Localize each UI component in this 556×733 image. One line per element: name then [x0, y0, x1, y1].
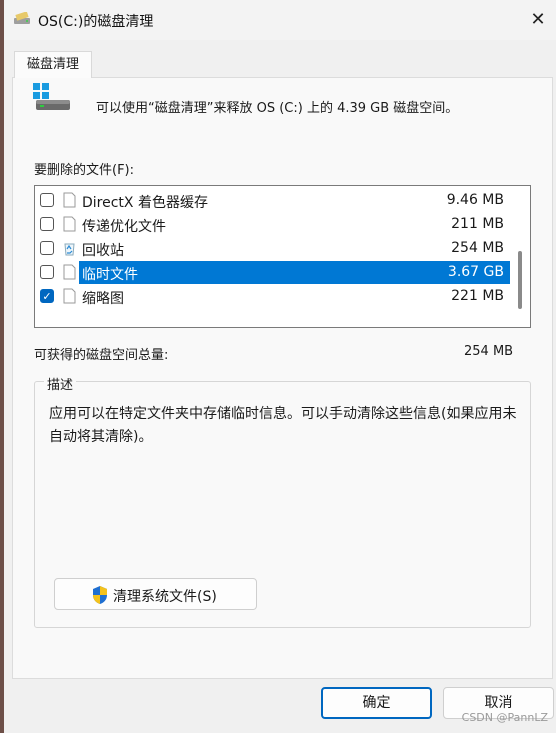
clean-system-files-label: 清理系统文件(S) [113, 589, 217, 605]
watermark: CSDN @PannLZ [461, 711, 548, 724]
file-list[interactable]: DirectX 着色器缓存 9.46 MB 传递优化文件 211 MB 回收站 … [34, 185, 531, 328]
uac-shield-icon [93, 586, 107, 604]
total-space-label: 可获得的磁盘空间总量: [34, 348, 169, 363]
file-icon [63, 288, 76, 304]
file-row-temporary-files[interactable]: 临时文件 3.67 GB [36, 261, 510, 284]
file-size: 211 MB [451, 216, 504, 232]
description-title: 描述 [44, 374, 77, 393]
file-icon [63, 216, 76, 232]
drive-icon [33, 83, 70, 110]
file-name: 缩略图 [82, 291, 124, 307]
file-size: 221 MB [451, 288, 504, 304]
checkbox-checked[interactable]: ✓ [40, 289, 54, 303]
file-row-recycle-bin[interactable]: 回收站 254 MB [36, 237, 510, 260]
list-scrollbar[interactable] [511, 187, 529, 326]
file-name: 回收站 [82, 243, 124, 259]
selection-highlight [79, 261, 510, 284]
disk-cleanup-window: OS(C:)的磁盘清理 ✕ 磁盘清理 可以使用“磁盘清理”来释放 OS (C:)… [4, 0, 556, 733]
close-icon[interactable]: ✕ [526, 8, 550, 32]
total-space-value: 254 MB [464, 344, 514, 359]
disk-cleanup-app-icon [14, 12, 30, 24]
checkbox[interactable] [40, 241, 54, 255]
file-size: 3.67 GB [447, 264, 504, 280]
file-size: 254 MB [451, 240, 504, 256]
title-bar: OS(C:)的磁盘清理 ✕ [4, 0, 556, 40]
info-text: 可以使用“磁盘清理”来释放 OS (C:) 上的 4.39 GB 磁盘空间。 [96, 101, 459, 116]
file-name: 临时文件 [82, 267, 138, 283]
file-size: 9.46 MB [446, 192, 504, 208]
description-text: 应用可以在特定文件夹中存储临时信息。可以手动清除这些信息(如果应用未自动将其清除… [49, 406, 517, 445]
tab-disk-cleanup[interactable]: 磁盘清理 [14, 51, 92, 78]
checkbox[interactable] [40, 193, 54, 207]
scrollbar-thumb[interactable] [518, 251, 522, 309]
file-row-thumbnails[interactable]: ✓ 缩略图 221 MB [36, 285, 510, 308]
files-to-delete-label: 要删除的文件(F): [34, 163, 135, 178]
file-icon [63, 192, 76, 208]
file-name: 传递优化文件 [82, 219, 166, 235]
checkbox[interactable] [40, 265, 54, 279]
checkbox[interactable] [40, 217, 54, 231]
clean-system-files-button[interactable]: 清理系统文件(S) [54, 578, 257, 610]
recycle-bin-icon [64, 243, 75, 256]
file-icon [63, 264, 76, 280]
file-row-directx[interactable]: DirectX 着色器缓存 9.46 MB [36, 189, 510, 212]
file-name: DirectX 着色器缓存 [82, 195, 208, 211]
ok-button[interactable]: 确定 [321, 687, 432, 719]
window-title: OS(C:)的磁盘清理 [38, 14, 154, 30]
file-row-delivery-optimization[interactable]: 传递优化文件 211 MB [36, 213, 510, 236]
